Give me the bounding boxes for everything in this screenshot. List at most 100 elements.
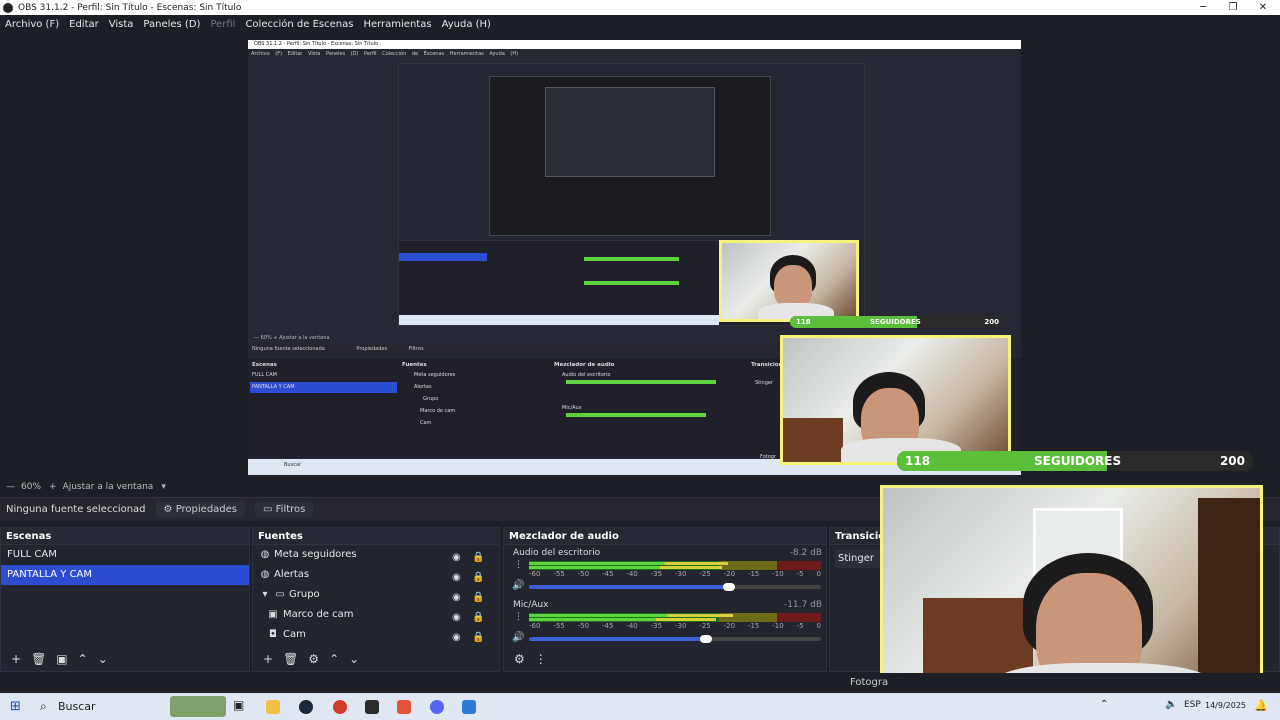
clock-date[interactable]: 14/9/2025 <box>1205 701 1246 710</box>
nested-webcam-1 <box>719 240 859 322</box>
taskbar-search[interactable]: Buscar <box>58 700 96 713</box>
volume-slider[interactable] <box>529 585 729 589</box>
file-explorer-icon[interactable] <box>266 700 280 714</box>
scene-item-pantalla-y-cam[interactable]: PANTALLA Y CAM <box>1 565 249 585</box>
maximize-icon[interactable]: ❐ <box>1218 0 1248 15</box>
menu-archivo[interactable]: Archivo (F) <box>0 19 64 30</box>
nested-meter-2 <box>566 413 706 417</box>
transition-select[interactable]: Stinger <box>835 550 881 568</box>
language-indicator[interactable]: ESP <box>1184 700 1201 710</box>
menu-editar[interactable]: Editar <box>64 19 104 30</box>
meter-scale: -60 -55 -50 -45 -40 -35 -30 -25 -20 -15 -10 -5 0 <box>529 570 821 578</box>
kebab-icon[interactable]: ⋮ <box>514 612 523 622</box>
sources-title: Fuentes <box>253 528 499 545</box>
meter-scale: -60 -55 -50 -45 -40 -35 -30 -25 -20 -15 -10 -5 0 <box>529 622 821 630</box>
nested-scene-highlight-2 <box>399 253 487 261</box>
menu-herramientas[interactable]: Herramientas <box>358 19 436 30</box>
volume-knob[interactable] <box>723 583 735 591</box>
channel-name: Mic/Aux <box>513 600 549 610</box>
globe-icon: ◍ <box>260 549 270 560</box>
visibility-eye-icon[interactable]: ◉ <box>452 628 461 648</box>
fit-window-button[interactable]: Ajustar a la ventana <box>63 482 154 492</box>
chevron-down-icon[interactable]: ▾ <box>259 589 271 601</box>
kebab-icon[interactable]: ⋮ <box>514 560 523 570</box>
steam-icon[interactable] <box>299 700 313 714</box>
zoom-level: 60% <box>21 482 42 492</box>
menu-ayuda[interactable]: Ayuda (H) <box>437 19 496 30</box>
source-item-marco-de-cam[interactable]: ▣ Marco de cam ◉ 🔒 <box>253 605 499 625</box>
scenes-title: Escenas <box>1 528 249 545</box>
minimize-icon[interactable]: ─ <box>1188 0 1218 15</box>
remove-scene-icon[interactable]: 🗑 <box>31 652 46 666</box>
volume-knob[interactable] <box>700 635 712 643</box>
mixer-title: Mezclador de audio <box>504 528 826 545</box>
source-settings-icon[interactable]: ⚙ <box>308 652 319 666</box>
fit-dropdown-icon[interactable]: ▾ <box>161 482 166 492</box>
move-down-icon[interactable]: ⌄ <box>98 652 108 666</box>
nested-source-2: Alertas <box>414 384 432 390</box>
notifications-icon[interactable]: 🔔 <box>1254 699 1268 712</box>
nested-preview-2 <box>489 76 771 236</box>
discord-icon[interactable] <box>430 700 444 714</box>
camera-icon: ◘ <box>269 629 277 640</box>
nested-meter-1 <box>566 380 716 384</box>
scene-filters-icon[interactable]: ▣ <box>56 652 67 666</box>
search-icon[interactable]: ⌕ <box>40 699 47 714</box>
zoom-out-button[interactable]: — <box>6 482 15 492</box>
speaker-icon[interactable]: 🔊 <box>512 632 524 643</box>
zoom-in-button[interactable]: + <box>49 482 57 492</box>
window-title: OBS 31.1.2 - Perfil: Sin Título - Escena… <box>18 2 242 13</box>
globe-icon: ◍ <box>260 569 270 580</box>
move-down-icon[interactable]: ⌄ <box>349 652 359 666</box>
title-bar: OBS 31.1.2 - Perfil: Sin Título - Escena… <box>0 0 1280 15</box>
brave-icon[interactable] <box>397 700 411 714</box>
nested-meter-2a <box>584 257 679 261</box>
mixer-settings-icon[interactable]: ⚙ <box>514 652 525 666</box>
preview-area[interactable]: OBS 31.1.2 - Perfil: Sin Título - Escena… <box>0 33 1280 480</box>
no-source-label: Ninguna fuente seleccionad <box>6 504 146 515</box>
scenes-dock: Escenas FULL CAM PANTALLA Y CAM + 🗑 ▣ ⌃ … <box>0 527 250 672</box>
source-item-grupo[interactable]: ▾ ▭ Grupo ◉ 🔒 <box>253 585 499 605</box>
nested-taskbar-2 <box>399 315 719 325</box>
mixer-menu-icon[interactable]: ⋮ <box>535 652 547 666</box>
widget-image[interactable] <box>170 696 226 717</box>
move-up-icon[interactable]: ⌃ <box>78 652 88 666</box>
task-view-icon[interactable]: ▣ <box>233 698 244 712</box>
door <box>1198 498 1260 698</box>
menu-vista[interactable]: Vista <box>104 19 139 30</box>
nested-scene-2: PANTALLA Y CAM <box>252 384 295 390</box>
menu-perfil[interactable]: Perfil <box>205 19 240 30</box>
menu-coleccion[interactable]: Colección de Escenas <box>240 19 358 30</box>
nested-sources-title: Fuentes <box>402 362 427 368</box>
filters-button[interactable]: ▭ Filtros <box>255 502 314 517</box>
lock-icon[interactable]: 🔒 <box>472 628 484 648</box>
remove-source-icon[interactable]: 🗑 <box>283 652 298 666</box>
close-icon[interactable]: ✕ <box>1248 0 1278 15</box>
audio-meter <box>529 613 821 622</box>
app-icon[interactable] <box>462 700 476 714</box>
obs-taskbar-icon[interactable] <box>333 700 347 714</box>
volume-icon[interactable]: 🔈 <box>1165 699 1177 710</box>
scene-item-full-cam[interactable]: FULL CAM <box>1 545 249 565</box>
speaker-icon[interactable]: 🔊 <box>512 580 524 591</box>
channel-db: -8.2 dB <box>789 548 822 558</box>
nested-meter-2b <box>584 281 679 285</box>
nested-followers-bar: 118 SEGUIDORES 200 <box>790 316 1005 328</box>
source-item-meta-seguidores[interactable]: ◍ Meta seguidores ◉ 🔒 <box>253 545 499 565</box>
nested-source-4: Marco de cam <box>420 408 456 414</box>
tray-chevron-icon[interactable]: ⌃ <box>1100 699 1108 710</box>
mixer-toolbar: ⚙ ⋮ <box>504 647 826 671</box>
move-up-icon[interactable]: ⌃ <box>329 652 339 666</box>
properties-button[interactable]: ⚙ Propiedades <box>155 502 246 517</box>
nested-transitions-title: Transicion <box>751 362 783 368</box>
add-scene-icon[interactable]: + <box>11 652 21 666</box>
source-item-cam[interactable]: ◘ Cam ◉ 🔒 <box>253 625 499 645</box>
add-source-icon[interactable]: + <box>263 652 273 666</box>
epic-games-icon[interactable] <box>365 700 379 714</box>
windows-start-icon[interactable]: ⊞ <box>10 699 21 714</box>
source-item-alertas[interactable]: ◍ Alertas ◉ 🔒 <box>253 565 499 585</box>
filter-icon: ▭ <box>263 504 273 515</box>
volume-slider[interactable] <box>529 637 704 641</box>
menu-paneles[interactable]: Paneles (D) <box>138 19 205 30</box>
gear-icon: ⚙ <box>163 504 173 515</box>
